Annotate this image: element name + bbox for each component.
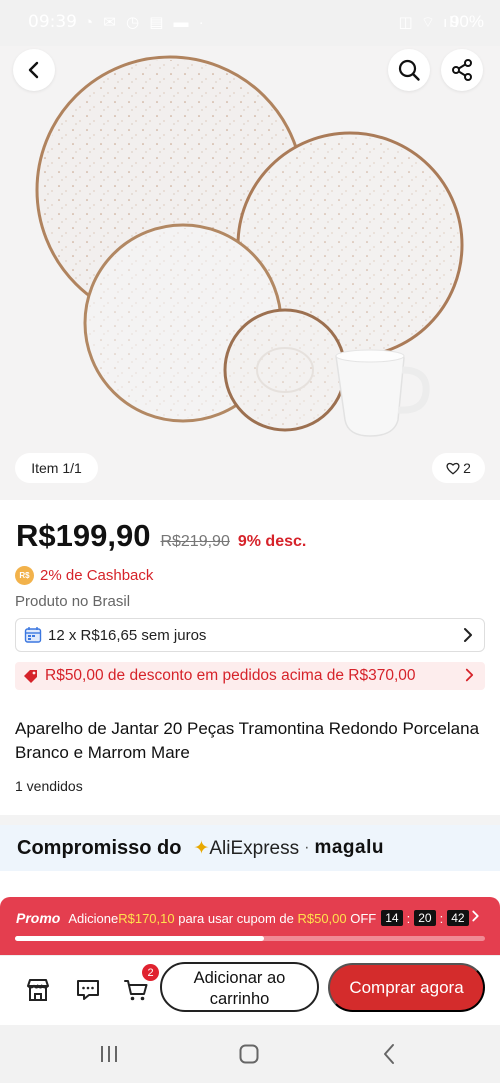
search-button[interactable] [388,49,430,91]
recent-apps-button[interactable] [96,1041,122,1067]
promo-text-after: OFF [346,910,377,926]
store-button[interactable] [23,975,53,1005]
battery-level: 90% [449,12,484,31]
system-nav-bar [0,1025,500,1083]
product-origin: Produto no Brasil [15,593,131,610]
chevron-left-icon [28,61,39,79]
search-icon [398,59,420,81]
commitment-banner[interactable]: Compromisso do ✦AliExpress · magalu [0,825,500,871]
image-counter: Item 1/1 [31,460,82,476]
product-title: Aparelho de Jantar 20 Peças Tramontina R… [15,719,480,762]
original-price: R$219,90 [160,533,230,550]
share-icon [452,59,472,81]
timer-seconds: 42 [447,910,469,926]
aliexpress-name: AliExpress [209,837,300,859]
promo-banner[interactable]: Promo Adicione R$170,10 para usar cupom … [0,897,500,955]
recent-apps-icon [101,1046,117,1062]
coin-icon: R$ [15,566,34,585]
system-back-button[interactable] [376,1041,402,1067]
buy-now-button[interactable]: Comprar agora [328,963,485,1012]
share-button[interactable] [441,49,483,91]
coupon-text: R$50,00 de desconto em pedidos acima de … [45,667,416,684]
section-divider [0,815,500,825]
promo-coupon-value: R$50,00 [297,910,347,926]
image-counter-badge: Item 1/1 [15,453,98,483]
tag-icon [24,670,37,683]
current-price: R$199,90 [16,518,151,553]
promo-line: Promo Adicione R$170,10 para usar cupom … [16,910,471,926]
add-to-cart-button[interactable]: Adicionar ao carrinho [160,962,319,1012]
back-arrow-icon [384,1044,394,1064]
coupon-offer[interactable]: R$50,00 de desconto em pedidos acima de … [15,662,485,690]
logo-separator: · [304,839,310,856]
price-row: R$199,90 R$219,90 9% desc. [16,518,306,558]
chat-button[interactable] [73,975,103,1005]
promo-text-before: Adicione [68,910,119,926]
installment-text: 12 x R$16,65 sem juros [48,626,207,644]
promo-progress-track [15,936,485,941]
timer-hours: 14 [381,910,403,926]
sold-count: 1 vendidos [15,778,83,794]
heart-icon [446,462,460,475]
home-button[interactable] [236,1041,262,1067]
store-icon [27,979,49,1001]
notification-icons: ◔ ✉ ◷ ▤ ▬ · [84,14,207,31]
cart-count-badge: 2 [142,964,159,981]
cashback-text: 2% de Cashback [40,567,154,584]
chevron-right-icon [464,628,472,642]
calendar-icon [24,627,42,643]
home-icon [239,1044,259,1064]
promo-progress-fill [15,936,265,941]
promo-text-middle: para usar cupom de [174,910,298,926]
aliexpress-logo: ✦AliExpress [193,837,300,859]
cashback-row: R$ 2% de Cashback [15,566,153,585]
chevron-right-icon [465,668,474,682]
wishlist-button[interactable]: 2 [432,453,485,483]
discount-label: 9% desc. [237,533,307,550]
status-time: 09:39 [28,12,77,32]
status-bar: 09:39 ◔ ✉ ◷ ▤ ▬ · ◫ ⌔ ıll 90% [0,0,500,46]
installment-option[interactable]: 12 x R$16,65 sem juros [15,618,485,652]
back-button[interactable] [13,49,55,91]
cart-icon [124,980,148,1001]
chat-icon [77,980,99,1000]
magalu-logo: magalu [314,837,384,858]
promo-amount-needed: R$170,10 [118,910,175,926]
timer-minutes: 20 [414,910,436,926]
wishlist-count: 2 [463,460,471,476]
commitment-label: Compromisso do [17,836,182,859]
chevron-right-icon [472,910,479,922]
promo-tag: Promo [16,910,61,926]
